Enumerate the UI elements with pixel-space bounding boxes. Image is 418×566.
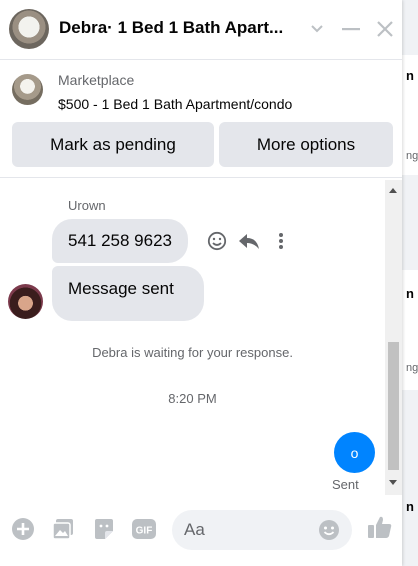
composer: GIF [0,497,402,566]
page: n ng n ng n Debra· 1 Bed 1 Bath Apart...… [0,0,418,566]
conversation-title[interactable]: Debra· 1 Bed 1 Bath Apart... [59,18,299,38]
scrollbar-thumb[interactable] [388,342,399,470]
reply-icon[interactable] [238,230,260,252]
timestamp: 8:20 PM [168,391,217,406]
more-options-button[interactable]: More options [219,122,393,167]
message-input[interactable] [184,510,314,550]
marketplace-label: Marketplace [58,72,135,88]
waiting-notice: Debra is waiting for your response. [92,345,293,360]
plus-icon[interactable] [10,516,36,542]
marketplace-panel: Marketplace $500 - 1 Bed 1 Bath Apartmen… [0,61,402,178]
mark-as-pending-button[interactable]: Mark as pending [12,122,214,167]
conversation-avatar[interactable] [9,9,49,49]
close-icon[interactable] [373,16,397,42]
background-text: ng [406,150,418,162]
background-text: n [406,499,414,514]
background-text: n [406,68,414,83]
sent-status: Sent [332,477,359,492]
gif-icon[interactable]: GIF [131,516,157,542]
listing-thumbnail[interactable] [12,74,43,105]
listing-title[interactable]: $500 - 1 Bed 1 Bath Apartment/condo [58,96,292,112]
sent-message-bubble[interactable]: o [334,432,375,473]
background-text: ng [406,362,418,374]
sender-name: Urown [68,198,106,213]
more-vertical-icon[interactable] [270,230,292,252]
sticker-icon[interactable] [91,516,117,542]
message-bubble[interactable]: 541 258 9623 [52,219,188,263]
minimize-icon[interactable] [339,16,363,42]
photo-icon[interactable] [50,516,76,542]
message-bubble[interactable]: Message sent [52,266,204,321]
message-actions [206,230,292,252]
chat-header: Debra· 1 Bed 1 Bath Apart... [0,0,402,60]
scroll-down-arrow-icon[interactable] [389,480,397,485]
svg-text:GIF: GIF [136,526,153,537]
background-page: n ng n ng n [402,0,418,566]
scrollbar[interactable] [385,180,402,495]
chevron-down-icon[interactable] [305,16,329,42]
message-list: Urown 541 258 9623 Message sent Debra is… [0,180,385,495]
emoji-icon[interactable] [318,519,340,541]
thumbs-up-icon[interactable] [367,514,393,540]
sender-avatar[interactable] [8,284,43,319]
background-text: n [406,286,414,301]
message-input-container[interactable] [172,510,352,550]
chat-window: Debra· 1 Bed 1 Bath Apart... Marketplace… [0,0,402,566]
scroll-up-arrow-icon[interactable] [389,188,397,193]
react-emoji-icon[interactable] [206,230,228,252]
